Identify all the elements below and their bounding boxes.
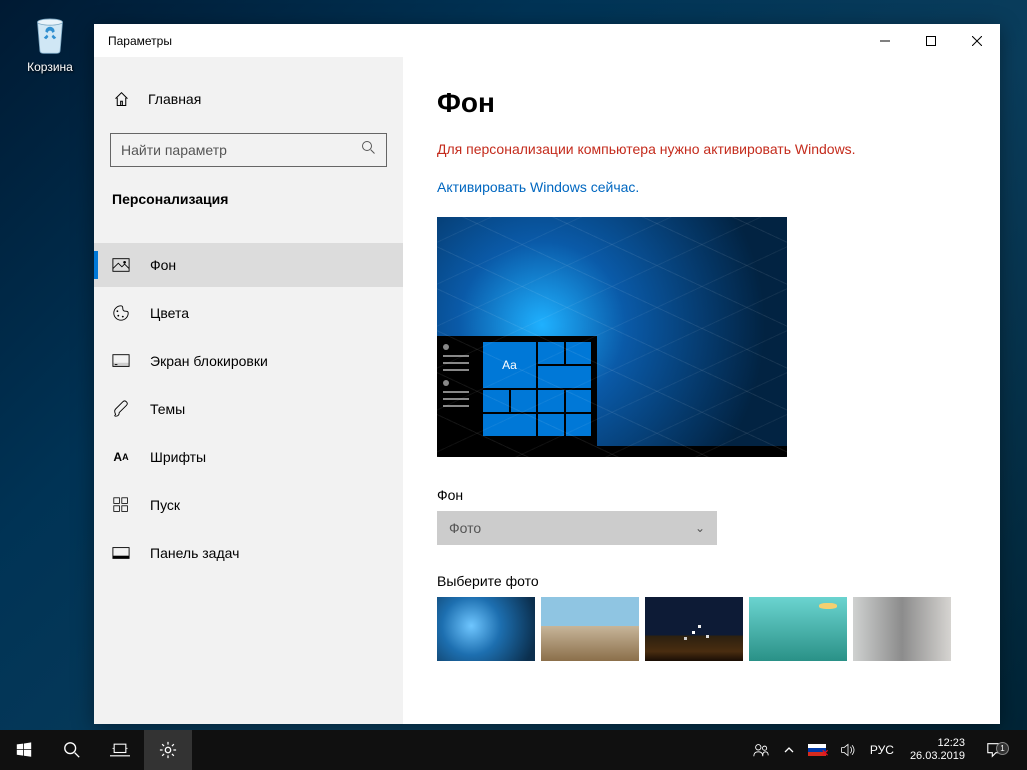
sidebar-item-label: Панель задач [150,545,239,561]
close-icon [972,36,982,46]
tray-language[interactable]: РУС [864,730,900,770]
sidebar-item-label: Шрифты [150,449,206,465]
choose-photo-label: Выберите фото [437,573,966,589]
sidebar-item-label: Цвета [150,305,189,321]
window-title: Параметры [108,34,862,48]
maximize-button[interactable] [908,24,954,57]
picture-icon [112,256,130,274]
photo-thumb[interactable] [749,597,847,661]
section-heading: Персонализация [94,181,403,223]
activation-warning: Для персонализации компьютера нужно акти… [437,141,966,157]
tray-people[interactable] [746,730,776,770]
close-button[interactable] [954,24,1000,57]
speaker-icon [840,742,856,758]
desktop-preview: Aa [437,217,787,457]
recycle-bin-label: Корзина [27,60,73,74]
sidebar-item-lockscreen[interactable]: Экран блокировки [94,339,403,383]
photo-thumb[interactable] [541,597,639,661]
people-icon [752,741,770,759]
search-box[interactable] [110,133,387,167]
action-center-button[interactable]: 1 [975,741,1015,759]
sidebar-item-taskbar[interactable]: Панель задач [94,531,403,575]
gear-icon [159,741,177,759]
home-button[interactable]: Главная [94,79,403,119]
search-icon [63,741,81,759]
dropdown-value: Фото [449,520,481,536]
photo-thumb[interactable] [853,597,951,661]
taskbar-app-settings[interactable] [144,730,192,770]
sidebar-item-colors[interactable]: Цвета [94,291,403,335]
sidebar-item-label: Темы [150,401,185,417]
sidebar-item-fonts[interactable]: AA Шрифты [94,435,403,479]
sidebar: Главная Персонализация Фон Цвета [94,57,403,724]
task-view-icon [110,742,130,758]
chevron-up-icon [784,745,794,755]
sidebar-item-label: Пуск [150,497,180,513]
recycle-bin[interactable]: Корзина [12,8,88,74]
tray-clock[interactable]: 12:23 26.03.2019 [902,737,973,763]
sidebar-item-background[interactable]: Фон [94,243,403,287]
notification-count-badge: 1 [996,742,1009,755]
photo-thumb[interactable] [437,597,535,661]
fonts-icon: AA [112,448,130,466]
content-pane: Фон Для персонализации компьютера нужно … [403,57,1000,724]
taskbar-search-button[interactable] [48,730,96,770]
tray-network[interactable] [802,730,832,770]
window-controls [862,24,1000,57]
sidebar-item-label: Фон [150,257,176,273]
preview-tile-aa: Aa [483,342,536,388]
network-error-icon [808,744,826,756]
sidebar-item-label: Экран блокировки [150,353,268,369]
maximize-icon [926,36,936,46]
preview-start-menu: Aa [437,336,597,446]
minimize-icon [880,36,890,46]
task-view-button[interactable] [96,730,144,770]
sidebar-item-start[interactable]: Пуск [94,483,403,527]
home-label: Главная [148,91,201,107]
taskbar-icon [112,544,130,562]
photo-thumbnails [437,597,966,661]
lockscreen-icon [112,352,130,370]
sidebar-item-themes[interactable]: Темы [94,387,403,431]
show-desktop-button[interactable] [1017,730,1023,770]
minimize-button[interactable] [862,24,908,57]
settings-window: Параметры Главная [94,24,1000,724]
tray-overflow[interactable] [778,730,800,770]
photo-thumb[interactable] [645,597,743,661]
tray-date: 26.03.2019 [910,750,965,763]
chevron-down-icon: ⌄ [695,521,705,535]
tray-volume[interactable] [834,730,862,770]
page-title: Фон [437,87,966,119]
activate-link[interactable]: Активировать Windows сейчас. [437,179,639,195]
windows-logo-icon [16,742,32,758]
recycle-bin-icon [25,8,75,58]
palette-icon [112,304,130,322]
home-icon [112,90,130,108]
grid-icon [112,496,130,514]
tray-time: 12:23 [937,737,965,750]
brush-icon [112,400,130,418]
titlebar[interactable]: Параметры [94,24,1000,57]
background-source-dropdown[interactable]: Фото ⌄ [437,511,717,545]
search-input[interactable] [121,142,361,158]
search-icon [361,140,376,160]
start-button[interactable] [0,730,48,770]
background-source-label: Фон [437,487,966,503]
taskbar: РУС 12:23 26.03.2019 1 [0,730,1027,770]
